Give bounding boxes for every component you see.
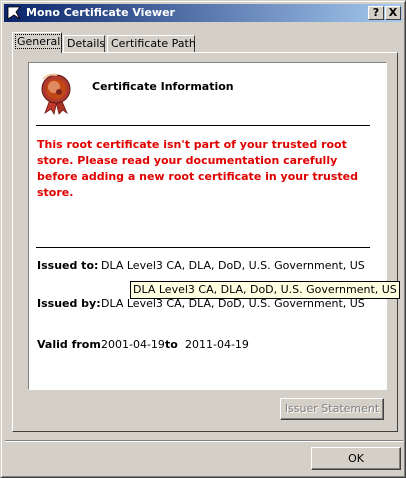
close-button[interactable]: X bbox=[385, 6, 401, 20]
window-title: Mono Certificate Viewer bbox=[26, 6, 175, 19]
certificate-seal-icon bbox=[41, 73, 71, 115]
issued-by-value: DLA Level3 CA, DLA, DoD, U.S. Government… bbox=[101, 297, 365, 310]
issuer-statement-button[interactable]: Issuer Statement bbox=[280, 398, 384, 420]
valid-from-label: Valid from bbox=[37, 338, 101, 351]
ok-button[interactable]: OK bbox=[311, 447, 401, 470]
divider-middle bbox=[36, 247, 370, 248]
issued-by-label: Issued by: bbox=[37, 297, 101, 310]
window-app-icon bbox=[7, 6, 21, 20]
tab-general[interactable]: General bbox=[12, 32, 63, 53]
divider-top bbox=[36, 125, 370, 126]
valid-to-label: to bbox=[165, 338, 178, 351]
tab-general-label: General bbox=[14, 34, 63, 49]
issued-to-label: Issued to: bbox=[37, 259, 99, 272]
certificate-heading: Certificate Information bbox=[92, 80, 234, 93]
general-tab-panel: Certificate Information This root certif… bbox=[12, 52, 400, 432]
help-button[interactable]: ? bbox=[368, 6, 384, 20]
footer-separator bbox=[5, 440, 403, 442]
title-bar[interactable]: Mono Certificate Viewer ? X bbox=[4, 4, 402, 22]
issued-to-value: DLA Level3 CA, DLA, DoD, U.S. Government… bbox=[101, 259, 365, 272]
tab-certificate-path[interactable]: Certificate Path bbox=[107, 35, 196, 53]
valid-to-value: 2011-04-19 bbox=[185, 338, 249, 351]
valid-from-value: 2001-04-19 bbox=[101, 338, 165, 351]
tab-certificate-path-label: Certificate Path bbox=[111, 37, 196, 50]
untrusted-root-warning: This root certificate isn't part of your… bbox=[37, 138, 359, 199]
tab-details[interactable]: Details bbox=[63, 35, 105, 53]
certificate-info-box: Certificate Information This root certif… bbox=[28, 62, 400, 390]
tab-details-label: Details bbox=[67, 37, 106, 50]
certificate-viewer-window: Mono Certificate Viewer ? X General Deta… bbox=[0, 0, 406, 478]
